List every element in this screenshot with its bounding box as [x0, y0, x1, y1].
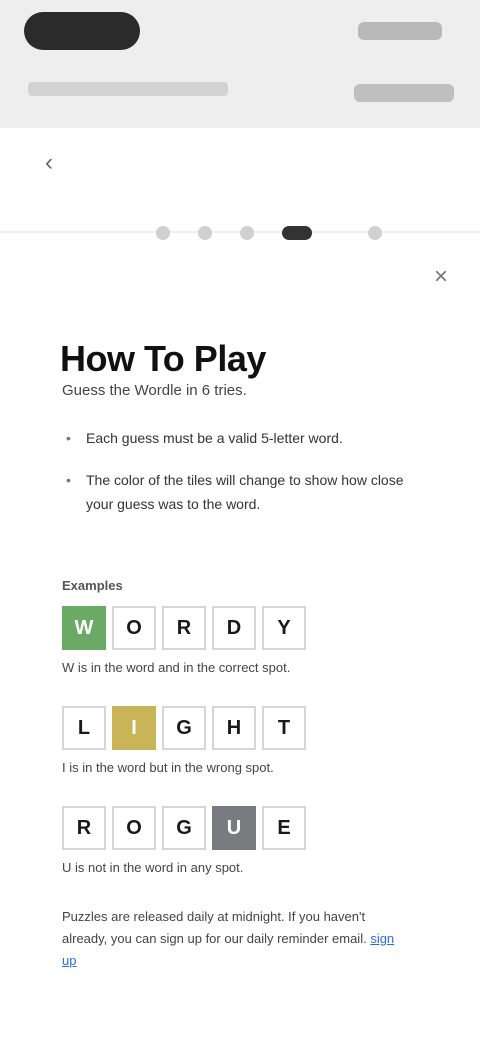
letter-tile: r [162, 606, 206, 650]
example-row: l i g h t I is in the word but in the wr… [62, 706, 422, 775]
letter-tile: i [112, 706, 156, 750]
example-explanation: U is not in the word in any spot. [62, 860, 244, 875]
letter-tile: h [212, 706, 256, 750]
footer-text: Puzzles are released daily at midnight. … [62, 909, 367, 946]
modal-subtitle: Guess the Wordle in 6 tries. [62, 382, 247, 399]
example-tiles: r o g u e [62, 806, 422, 850]
letter-tile: o [112, 606, 156, 650]
letter-tile: d [212, 606, 256, 650]
account-link[interactable] [358, 22, 442, 40]
step-indicator-active [282, 226, 312, 240]
example-row: r o g u e U is not in the word in any sp… [62, 806, 422, 875]
step-indicator [368, 226, 382, 240]
subnav-action-button[interactable] [354, 84, 454, 102]
letter-tile: w [62, 606, 106, 650]
modal-title: How To Play [60, 338, 266, 379]
rule-item: The color of the tiles will change to sh… [62, 468, 412, 516]
letter-tile: t [262, 706, 306, 750]
example-explanation: W is in the word and in the correct spot… [62, 660, 291, 675]
arrow-left-icon[interactable]: ‹ [36, 150, 62, 176]
letter-tile: e [262, 806, 306, 850]
footer-note: Puzzles are released daily at midnight. … [62, 906, 412, 972]
letter-tile: r [62, 806, 106, 850]
letter-tile: y [262, 606, 306, 650]
letter-tile: u [212, 806, 256, 850]
top-bar [0, 0, 480, 128]
step-indicator [240, 226, 254, 240]
letter-tile: g [162, 806, 206, 850]
example-tiles: l i g h t [62, 706, 422, 750]
brand-logo[interactable] [24, 12, 140, 50]
example-tiles: w o r d y [62, 606, 422, 650]
examples-heading: Examples [62, 578, 123, 593]
progress-steps [0, 220, 480, 244]
rule-item: Each guess must be a valid 5-letter word… [62, 426, 412, 450]
letter-tile: g [162, 706, 206, 750]
subnav-breadcrumb [28, 82, 228, 96]
step-indicator [156, 226, 170, 240]
letter-tile: o [112, 806, 156, 850]
letter-tile: l [62, 706, 106, 750]
example-explanation: I is in the word but in the wrong spot. [62, 760, 274, 775]
close-icon[interactable]: × [426, 262, 456, 292]
example-row: w o r d y W is in the word and in the co… [62, 606, 422, 675]
step-indicator [198, 226, 212, 240]
rules-list: Each guess must be a valid 5-letter word… [62, 426, 412, 534]
